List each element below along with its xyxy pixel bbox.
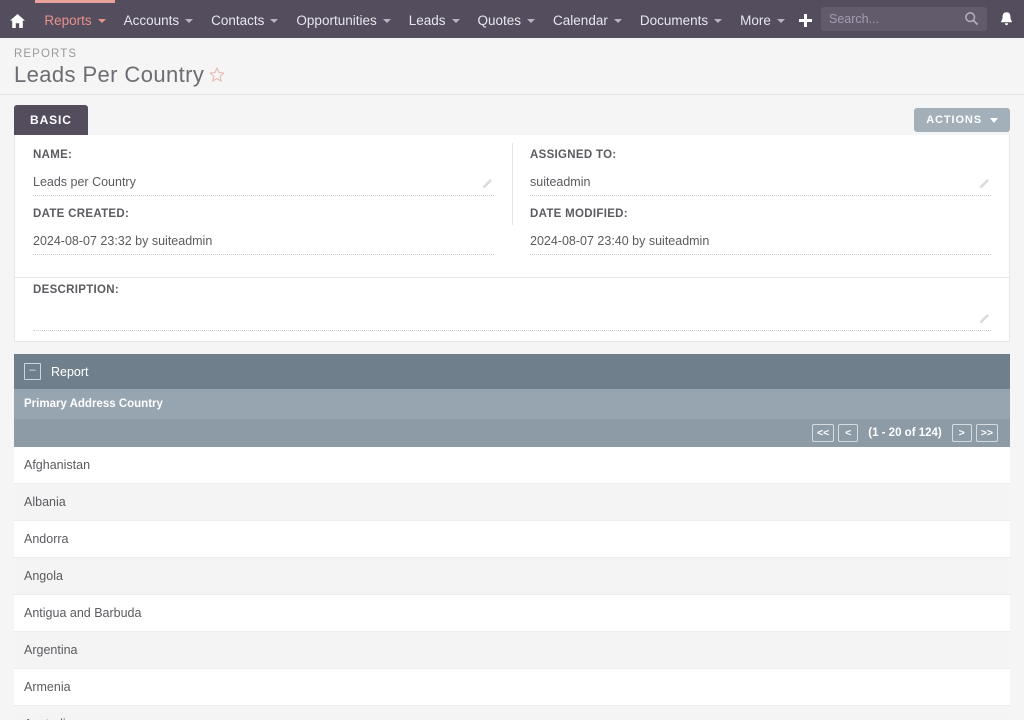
pagination-prev-button[interactable]: < [838,424,858,442]
pagination-next-button[interactable]: > [952,424,972,442]
pagination-bar: << < (1 - 20 of 124) > >> [14,419,1010,447]
top-navigation-bar: Reports Accounts Contacts Opportunities Lead… [0,0,1024,38]
chevron-down-icon [185,19,193,23]
nav-item-calendar[interactable]: Calendar [544,0,631,38]
nav-item-more[interactable]: More [731,0,794,38]
field-datemodified: DATE MODIFIED: 2024-08-07 23:40 by suitea… [530,208,991,255]
description-value-row [33,306,991,331]
chevron-down-icon [777,19,785,23]
table-row[interactable]: Albania [14,484,1010,521]
chevron-down-icon [383,19,391,23]
actions-button-label: ACTIONS [926,114,982,126]
chevron-down-icon [614,19,622,23]
field-datecreated: DATE CREATED: 2024-08-07 23:32 by suitead… [33,208,494,255]
field-label: DATE CREATED: [33,208,494,220]
nav-item-reports[interactable]: Reports [35,0,114,38]
table-row[interactable]: Australia [14,706,1010,720]
nav-item-label: More [740,13,771,28]
description-label: DESCRIPTION: [33,284,991,296]
star-outline-icon[interactable] [208,66,226,84]
field-value: 2024-08-07 23:32 by suiteadmin [33,234,212,248]
field-label: DATE MODIFIED: [530,208,991,220]
tab-basic[interactable]: BASIC [14,105,88,135]
field-value: 2024-08-07 23:40 by suiteadmin [530,234,709,248]
actions-button[interactable]: ACTIONS [914,108,1010,132]
report-panel-header: – Report [14,354,1010,389]
nav-item-label: Leads [409,13,446,28]
detail-column-left: NAME: Leads per Country DATE CREATED: 2024-… [15,149,512,267]
table-row[interactable]: Argentina [14,632,1010,669]
field-value: suiteadmin [530,175,590,189]
chevron-down-icon [270,19,278,23]
pagination-last-button[interactable]: >> [976,424,998,442]
description-field: DESCRIPTION: [14,278,1010,342]
field-value-row: Leads per Country [33,171,494,196]
nav-item-list: Reports Accounts Contacts Opportunities Lead… [35,0,794,38]
field-value: Leads per Country [33,175,136,189]
pencil-icon[interactable] [979,177,991,189]
table-row[interactable]: Afghanistan [14,447,1010,484]
home-icon[interactable] [0,0,35,38]
breadcrumb-module: REPORTS [14,48,1024,60]
nav-item-label: Quotes [478,13,522,28]
field-label: ASSIGNED TO: [530,149,991,161]
add-icon[interactable] [794,0,817,38]
search-icon[interactable] [964,11,979,31]
global-search[interactable] [821,7,987,31]
chevron-down-icon [990,118,998,123]
nav-item-leads[interactable]: Leads [400,0,469,38]
pagination-first-button[interactable]: << [812,424,834,442]
field-label: NAME: [33,149,494,161]
bell-icon[interactable] [999,11,1014,27]
field-name: NAME: Leads per Country [33,149,494,196]
nav-item-quotes[interactable]: Quotes [469,0,545,38]
nav-item-label: Reports [44,13,91,28]
nav-item-accounts[interactable]: Accounts [115,0,203,38]
search-input[interactable] [829,12,979,26]
report-panel: – Report Primary Address Country << < (1… [14,354,1010,720]
chevron-down-icon [98,19,106,23]
table-row[interactable]: Armenia [14,669,1010,706]
title-row: Leads Per Country [14,62,1024,94]
nav-item-opportunities[interactable]: Opportunities [287,0,399,38]
collapse-toggle-icon[interactable]: – [24,363,41,380]
column-divider [512,143,513,225]
pencil-icon[interactable] [482,177,494,189]
page-header: REPORTS Leads Per Country [0,38,1024,95]
chevron-down-icon [714,19,722,23]
nav-item-documents[interactable]: Documents [631,0,731,38]
field-value-row: suiteadmin [530,171,991,196]
page-title: Leads Per Country [14,62,204,88]
nav-item-label: Opportunities [296,13,376,28]
nav-item-label: Accounts [124,13,180,28]
table-row[interactable]: Andorra [14,521,1010,558]
pencil-icon[interactable] [979,312,991,324]
report-column-header: Primary Address Country [14,389,1010,419]
detail-column-right: ASSIGNED TO: suiteadmin DATE MODIFIED: 2024… [512,149,1009,267]
chevron-down-icon [527,19,535,23]
table-row[interactable]: Antigua and Barbuda [14,595,1010,632]
field-assignedto: ASSIGNED TO: suiteadmin [530,149,991,196]
nav-item-contacts[interactable]: Contacts [202,0,287,38]
nav-item-label: Documents [640,13,708,28]
report-row-list: AfghanistanAlbaniaAndorraAngolaAntigua a… [14,447,1010,720]
tab-bar: BASIC ACTIONS [0,95,1024,135]
chevron-down-icon [452,19,460,23]
pagination-range-label: (1 - 20 of 124) [868,427,942,439]
field-value-row: 2024-08-07 23:40 by suiteadmin [530,230,991,255]
table-row[interactable]: Angola [14,558,1010,595]
nav-item-label: Calendar [553,13,608,28]
field-value-row: 2024-08-07 23:32 by suiteadmin [33,230,494,255]
detail-panel: NAME: Leads per Country DATE CREATED: 2024-… [14,135,1010,278]
nav-item-label: Contacts [211,13,264,28]
report-panel-title: Report [51,365,89,379]
